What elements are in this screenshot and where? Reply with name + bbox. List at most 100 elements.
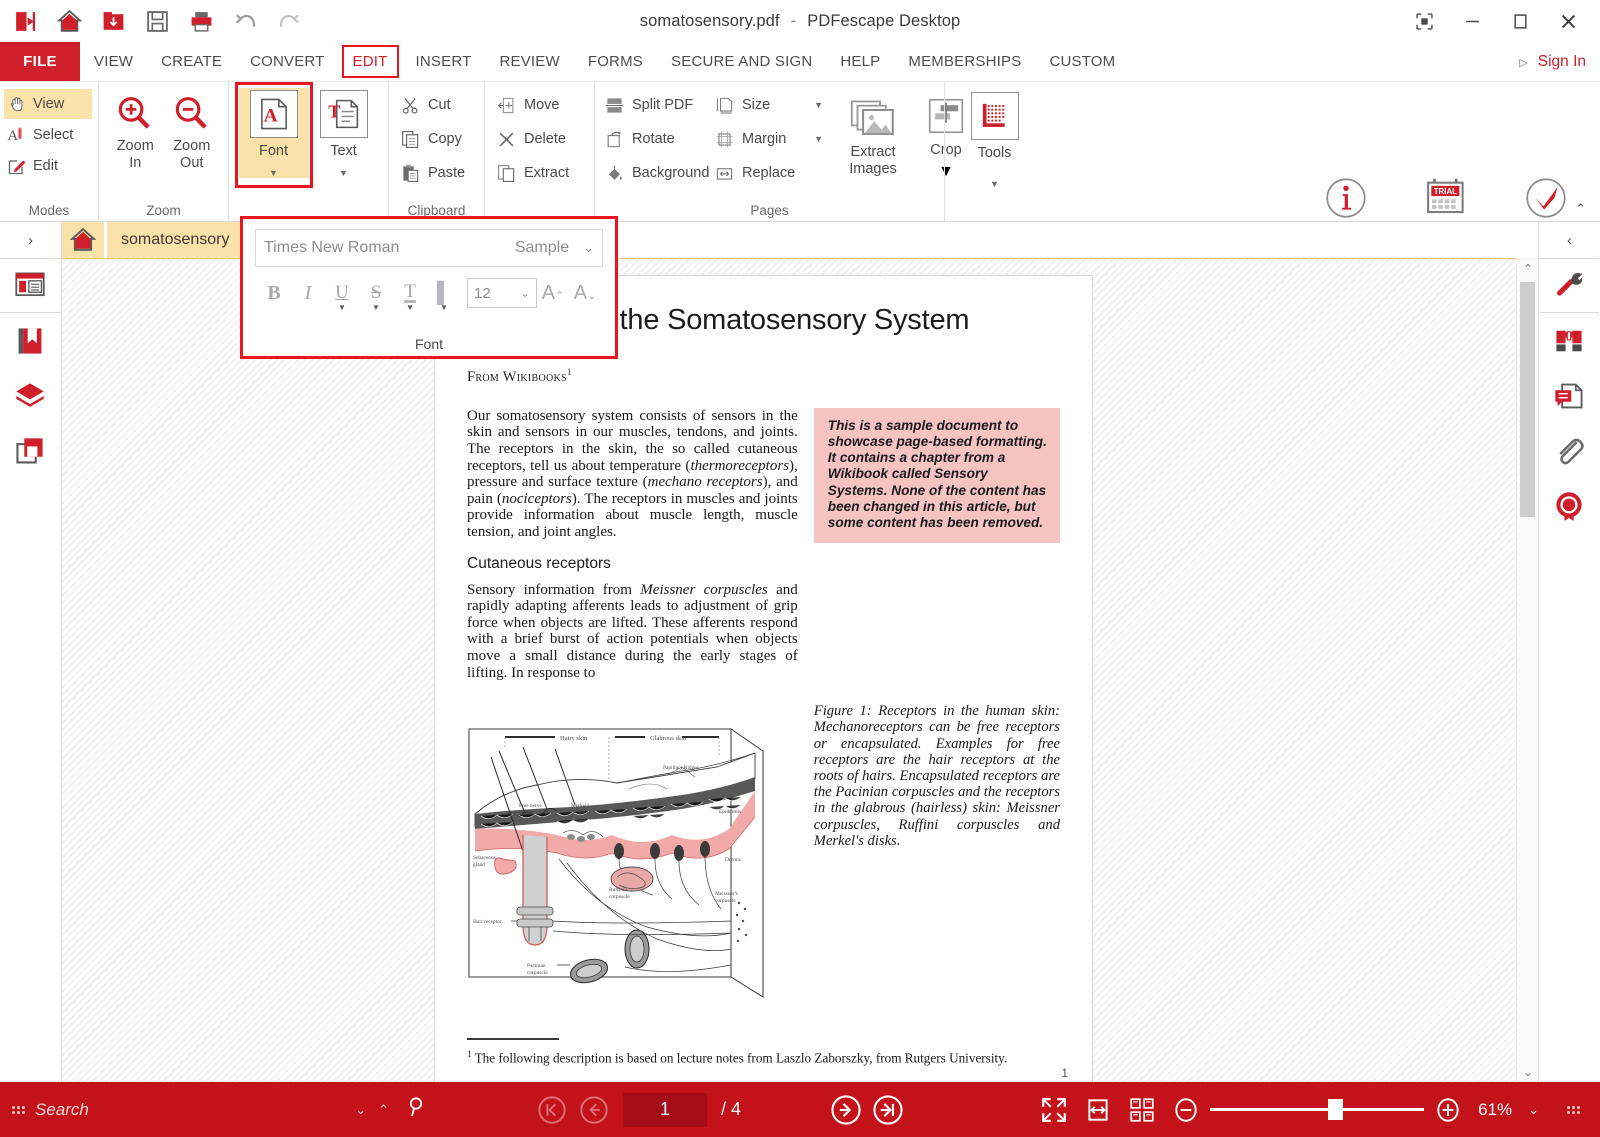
shrink-font-button[interactable]: A⌄	[569, 276, 601, 310]
tools-button[interactable]: Tools ▼	[960, 90, 1030, 189]
ribbon-collapse-icon[interactable]: ⌃	[1575, 201, 1586, 217]
scroll-up-arrow-icon[interactable]: ⌃	[1517, 258, 1538, 278]
font-size-chevron-down-icon[interactable]: ⌄	[520, 286, 530, 300]
zoom-slider-thumb[interactable]	[1328, 1099, 1344, 1120]
split-pdf-button[interactable]: Split PDF	[601, 90, 711, 120]
last-page-icon[interactable]	[871, 1093, 905, 1127]
save-icon[interactable]	[142, 6, 172, 36]
menu-view[interactable]: VIEW	[80, 42, 147, 81]
maximize-icon[interactable]	[1496, 4, 1544, 38]
text-color-button[interactable]: T ▼	[393, 276, 427, 312]
sidebar-item-tools[interactable]	[1538, 258, 1599, 313]
strikethrough-button[interactable]: S ▼	[359, 276, 393, 312]
text-color-dropdown-caret-icon[interactable]: ▼	[406, 303, 414, 312]
search-next-icon[interactable]: ⌄	[353, 1102, 368, 1118]
status-grip-right-icon[interactable]	[1555, 1105, 1590, 1114]
mode-select-button[interactable]: A Select	[4, 120, 92, 150]
strikethrough-dropdown-caret-icon[interactable]: ▼	[372, 303, 380, 312]
tab-somatosensory[interactable]: somatosensory	[104, 222, 244, 258]
search-field[interactable]: Search ⌄ ⌃	[35, 1095, 435, 1124]
restore-pane-icon[interactable]	[1400, 4, 1448, 38]
cut-button[interactable]: Cut	[397, 90, 455, 120]
bold-button[interactable]: B	[257, 276, 291, 310]
redo-icon[interactable]	[274, 6, 304, 36]
zoom-slider[interactable]	[1172, 1096, 1462, 1124]
size-dropdown-caret-icon[interactable]: ▼	[814, 100, 829, 110]
fit-page-icon[interactable]	[1040, 1096, 1068, 1124]
close-icon[interactable]	[1544, 4, 1592, 38]
page-layout-icon[interactable]	[1128, 1096, 1156, 1124]
font-size-combobox[interactable]: 12 ⌄	[467, 278, 537, 308]
zoom-out-icon[interactable]	[1172, 1096, 1200, 1124]
sidebar-item-page-organize[interactable]	[0, 423, 60, 478]
status-grip-left-icon[interactable]	[0, 1105, 35, 1114]
menu-memberships[interactable]: MEMBERSHIPS	[894, 42, 1035, 81]
text-dropdown-caret-icon[interactable]: ▼	[339, 168, 348, 178]
size-button[interactable]: Size ▼	[711, 90, 833, 120]
menu-create[interactable]: CREATE	[147, 42, 236, 81]
home-tab[interactable]	[62, 222, 104, 258]
search-icon[interactable]	[399, 1095, 435, 1124]
sidebar-item-layers[interactable]	[0, 368, 60, 423]
menu-convert[interactable]: CONVERT	[236, 42, 338, 81]
margin-button[interactable]: Margin ▼	[711, 124, 833, 154]
underline-dropdown-caret-icon[interactable]: ▼	[338, 303, 346, 312]
next-page-icon[interactable]	[829, 1093, 863, 1127]
rotate-button[interactable]: Rotate	[601, 124, 711, 154]
chevron-down-icon[interactable]: ⌄	[583, 240, 594, 256]
mode-edit-button[interactable]: Edit	[4, 151, 92, 181]
highlight-color-dropdown-caret-icon[interactable]: ▼	[440, 303, 448, 312]
zoom-slider-track[interactable]	[1210, 1099, 1425, 1120]
zoom-in-button[interactable]: Zoom In	[107, 90, 164, 172]
sidebar-item-attachments[interactable]	[1539, 423, 1599, 478]
menu-forms[interactable]: FORMS	[574, 42, 657, 81]
vertical-scrollbar[interactable]: ⌃ ⌄	[1516, 258, 1538, 1082]
font-button[interactable]: A Font ▼	[234, 82, 313, 188]
scroll-down-arrow-icon[interactable]: ⌄	[1517, 1062, 1538, 1082]
menu-edit[interactable]: EDIT	[339, 42, 402, 81]
scrollbar-thumb[interactable]	[1520, 282, 1535, 517]
menu-custom[interactable]: CUSTOM	[1035, 42, 1129, 81]
sign-in-button[interactable]: ▷ Sign In	[1519, 42, 1586, 82]
copy-button[interactable]: Copy	[397, 124, 466, 154]
minimize-icon[interactable]	[1448, 4, 1496, 38]
print-icon[interactable]	[186, 6, 216, 36]
menu-review[interactable]: REVIEW	[485, 42, 573, 81]
export-icon[interactable]	[10, 6, 40, 36]
mode-view-button[interactable]: View	[4, 89, 92, 119]
pdf-page-1[interactable]: Anatomy of the Somatosensory System From…	[435, 276, 1092, 1082]
underline-button[interactable]: U ▼	[325, 276, 359, 312]
right-rail-collapse-icon[interactable]: ‹	[1539, 222, 1600, 258]
paste-button[interactable]: Paste	[397, 158, 469, 188]
menu-help[interactable]: HELP	[826, 42, 894, 81]
extract-button[interactable]: Extract	[493, 158, 573, 188]
first-page-icon[interactable]	[535, 1093, 569, 1127]
sidebar-item-signatures[interactable]	[1539, 478, 1599, 533]
extract-images-button[interactable]: Extract Images	[833, 90, 913, 188]
highlight-color-button[interactable]: ▌ ▼	[427, 276, 461, 313]
sidebar-item-search-binoculars[interactable]	[1539, 313, 1599, 368]
home-icon[interactable]	[54, 6, 84, 36]
undo-icon[interactable]	[230, 6, 260, 36]
page-number-input[interactable]: 1	[623, 1092, 707, 1127]
grow-font-button[interactable]: A⌃	[537, 276, 569, 310]
text-button[interactable]: T Text ▼	[309, 88, 379, 178]
zoom-level-chevron-down-icon[interactable]: ⌄	[1528, 1102, 1539, 1118]
search-prev-icon[interactable]: ⌃	[376, 1102, 391, 1118]
background-button[interactable]: Background	[601, 158, 711, 188]
font-family-combobox[interactable]: Times New Roman Sample ⌄	[255, 229, 603, 267]
sidebar-item-comments[interactable]	[1539, 368, 1599, 423]
replace-button[interactable]: Replace	[711, 158, 833, 188]
menu-secure-and-sign[interactable]: SECURE AND SIGN	[657, 42, 826, 81]
zoom-out-button[interactable]: Zoom Out	[164, 90, 221, 172]
sidebar-item-bookmarks[interactable]	[0, 313, 60, 368]
fit-width-icon[interactable]	[1084, 1096, 1112, 1124]
font-dropdown-caret-icon[interactable]: ▼	[269, 168, 278, 178]
zoom-in-icon[interactable]	[1434, 1096, 1462, 1124]
sidebar-item-page-thumbnails[interactable]	[0, 258, 61, 313]
menu-insert[interactable]: INSERT	[402, 42, 486, 81]
previous-page-icon[interactable]	[577, 1093, 611, 1127]
delete-button[interactable]: Delete	[493, 124, 570, 154]
left-rail-expand-icon[interactable]: ›	[0, 222, 61, 258]
menu-file[interactable]: FILE	[0, 42, 80, 81]
